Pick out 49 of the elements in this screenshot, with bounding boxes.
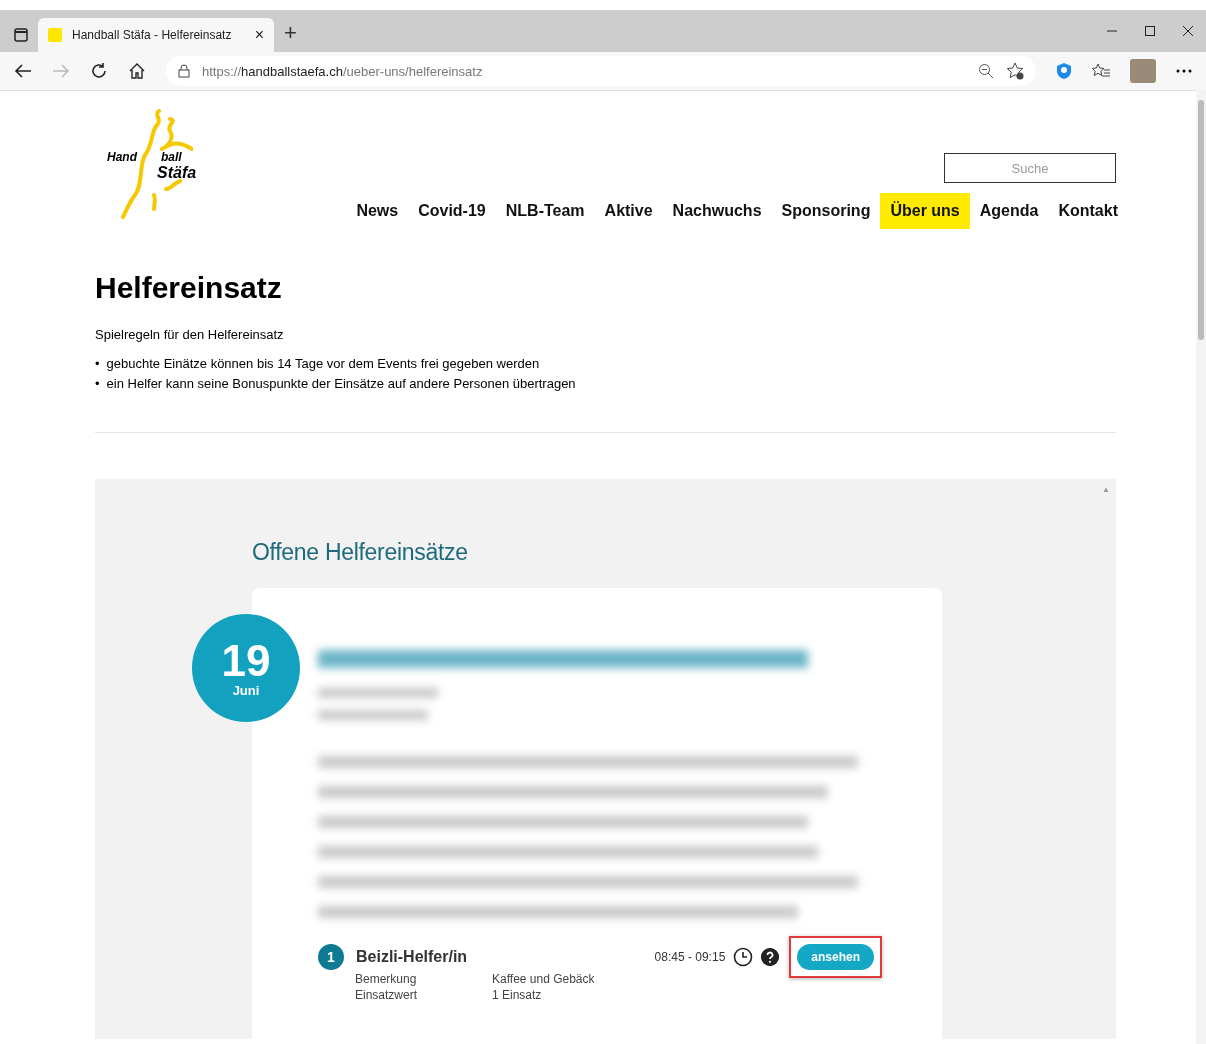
shift-time: 08:45 - 09:15 <box>654 950 726 964</box>
detail-label: Bemerkung <box>355 972 418 986</box>
rule-item: ein Helfer kann seine Bonuspunkte der Einsätze auf andere Personen übertragen <box>106 375 576 393</box>
page-title: Helfereinsatz <box>95 271 283 305</box>
close-icon[interactable] <box>1182 25 1194 37</box>
nav-link[interactable]: Nachwuchs <box>662 193 772 229</box>
nav-link[interactable]: NLB-Team <box>495 193 595 229</box>
section-heading: Offene Helfereinsätze <box>252 539 469 566</box>
zoom-out-icon[interactable] <box>978 63 994 79</box>
maximize-icon[interactable] <box>1144 25 1156 37</box>
intro-text: Spielregeln für den Helfereinsatz <box>95 327 285 342</box>
browser-tab[interactable]: Handball Stäfa - Helfereinsatz × <box>38 18 274 52</box>
clock-icon <box>733 947 754 967</box>
help-icon[interactable] <box>761 948 780 966</box>
nav-link[interactable]: Agenda <box>969 193 1049 229</box>
detail-value: Kaffee und Gebäck <box>492 972 596 986</box>
date-day: 19 <box>221 638 271 683</box>
address-bar[interactable]: https://handballstaefa.ch/ueber-uns/helfereinsatz <box>166 56 1036 86</box>
rule-item: gebuchte Einätze können bis 14 Tage vor dem Events frei gegeben werden <box>106 355 540 373</box>
logo-text: Hand <box>107 150 137 164</box>
logo-text: ball <box>161 150 182 164</box>
new-tab-icon[interactable]: + <box>284 20 297 46</box>
nav-link[interactable]: News <box>346 193 409 229</box>
more-icon[interactable] <box>1176 69 1192 73</box>
reload-icon[interactable] <box>90 62 108 80</box>
shield-icon[interactable] <box>1056 62 1072 80</box>
home-icon[interactable] <box>128 62 146 80</box>
favicon-icon <box>48 28 62 42</box>
tab-actions-icon[interactable] <box>14 28 28 42</box>
favorites-icon[interactable] <box>1092 63 1110 79</box>
bullet: • <box>95 375 100 393</box>
nav-link[interactable]: Sponsoring <box>771 193 881 229</box>
lock-icon <box>178 64 190 78</box>
nav-link[interactable]: Covid-19 <box>408 193 496 229</box>
logo-text: Stäfa <box>157 164 197 182</box>
shift-title: Beizli-Helfer/in <box>356 948 469 966</box>
nav-link[interactable]: Aktive <box>594 193 663 229</box>
detail-label: Einsatzwert <box>355 988 419 1002</box>
nav-link[interactable]: Kontakt <box>1048 193 1128 229</box>
back-icon[interactable] <box>14 63 32 79</box>
bullet: • <box>95 355 100 373</box>
search-field[interactable]: Suche <box>944 153 1116 183</box>
favorite-add-icon[interactable] <box>1006 62 1024 80</box>
close-tab-icon[interactable]: × <box>254 26 264 44</box>
date-month: Juni <box>232 682 260 698</box>
shift-number: 1 <box>318 944 344 970</box>
nav-link[interactable]: Über uns <box>880 193 970 229</box>
scrollbar[interactable] <box>1196 90 1206 1044</box>
detail-value: 1 Einsatz <box>492 988 543 1002</box>
